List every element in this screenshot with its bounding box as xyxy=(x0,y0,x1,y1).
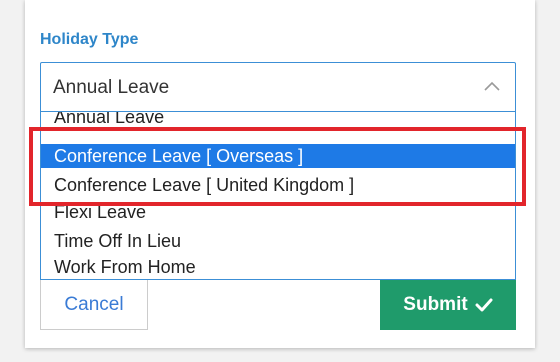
submit-button[interactable]: Submit xyxy=(380,280,516,330)
holiday-type-label: Holiday Type xyxy=(40,31,139,48)
check-icon xyxy=(475,298,493,312)
cancel-button[interactable]: Cancel xyxy=(40,280,148,330)
option-annual-leave[interactable]: Annual Leave xyxy=(41,112,515,129)
option-flexi-leave[interactable]: Flexi Leave xyxy=(41,200,515,224)
option-conference-leave-overseas[interactable]: Conference Leave [ Overseas ] xyxy=(41,144,515,168)
select-current-value: Annual Leave xyxy=(53,77,170,98)
submit-button-label: Submit xyxy=(403,294,468,315)
chevron-up-icon xyxy=(484,81,500,91)
option-conference-leave-uk[interactable]: Conference Leave [ United Kingdom ] xyxy=(41,173,515,197)
cancel-button-label: Cancel xyxy=(64,293,124,315)
option-time-off-in-lieu[interactable]: Time Off In Lieu xyxy=(41,229,515,253)
holiday-type-options: Annual Leave Conference Leave [ Overseas… xyxy=(40,112,516,280)
option-work-from-home[interactable]: Work From Home xyxy=(41,255,515,279)
holiday-type-select[interactable]: Annual Leave xyxy=(40,62,516,112)
